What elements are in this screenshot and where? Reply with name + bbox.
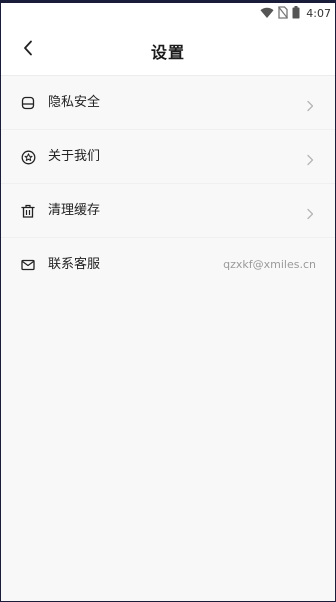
- mail-icon: [20, 257, 36, 273]
- page-title: 设置: [150, 43, 185, 62]
- menu-item-label: 关于我们: [48, 149, 101, 164]
- status-time: 4:07: [306, 6, 331, 20]
- chevron-right-icon: [305, 151, 315, 166]
- support-email: qzxkf@xmiles.cn: [223, 258, 316, 271]
- privacy-icon: [20, 95, 36, 111]
- menu-item-label: 联系客服: [48, 257, 101, 272]
- trash-icon: [20, 203, 36, 219]
- settings-screen: 4:07 设置 隐私安全 关于我们 清理缓存 联系客服 qzxkf@xmiles…: [1, 3, 335, 601]
- no-sim-icon: [278, 4, 289, 23]
- status-bar: 4:07: [1, 3, 335, 23]
- app-header: 设置: [1, 23, 335, 76]
- about-icon: [20, 149, 36, 165]
- settings-menu: 隐私安全 关于我们 清理缓存 联系客服 qzxkf@xmiles.cn: [1, 76, 335, 292]
- chevron-right-icon: [305, 205, 315, 220]
- menu-item-label: 清理缓存: [48, 203, 101, 218]
- status-icons: 4:07: [260, 5, 331, 21]
- battery-icon: [292, 4, 300, 23]
- menu-item-contact-support[interactable]: 联系客服 qzxkf@xmiles.cn: [1, 238, 335, 292]
- menu-item-label: 隐私安全: [48, 95, 101, 110]
- menu-item-about[interactable]: 关于我们: [1, 130, 335, 184]
- chevron-right-icon: [305, 97, 315, 112]
- wifi-icon: [260, 4, 274, 23]
- menu-item-privacy[interactable]: 隐私安全: [1, 76, 335, 130]
- menu-item-clear-cache[interactable]: 清理缓存: [1, 184, 335, 238]
